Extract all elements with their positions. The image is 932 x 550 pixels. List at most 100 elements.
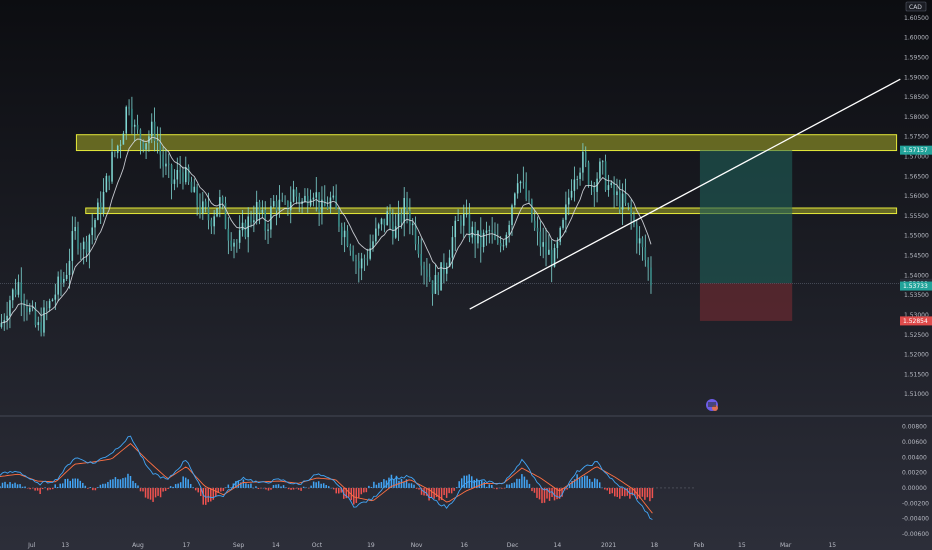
candle-body [636, 224, 638, 244]
chart-canvas[interactable]: 1.510001.515001.520001.525001.530001.535… [0, 0, 932, 550]
macd-histogram-bar [297, 487, 300, 490]
macd-histogram-bar [508, 484, 511, 488]
macd-histogram-bar [322, 483, 325, 488]
candle-body [91, 227, 93, 236]
macd-histogram-bar [327, 486, 330, 488]
candle-body [267, 229, 269, 231]
candle-body [167, 163, 170, 165]
position-target-zone[interactable] [699, 150, 793, 284]
candle-body [431, 280, 434, 294]
macd-histogram-bar [132, 480, 134, 488]
candle-body [63, 278, 65, 283]
macd-histogram-bar [523, 476, 526, 488]
candle-body [156, 140, 159, 143]
position-stop-zone[interactable] [699, 283, 793, 321]
candle-body [630, 204, 632, 217]
candle-body [46, 307, 48, 309]
macd-histogram-bar [363, 487, 365, 493]
macd-histogram-bar [4, 481, 6, 488]
macd-histogram-bar [305, 487, 307, 489]
macd-histogram-bar [317, 481, 320, 488]
candle-body [409, 210, 411, 226]
macd-histogram-bar [511, 483, 513, 488]
macd-histogram-bar [591, 481, 593, 488]
candle-body [74, 226, 76, 232]
macd-histogram-bar [285, 487, 287, 488]
macd-histogram-bar [598, 482, 601, 488]
macd-histogram-bar [649, 487, 651, 502]
macd-histogram-bar [194, 487, 197, 491]
candle-body [278, 199, 281, 211]
macd-histogram-bar [365, 487, 368, 493]
macd-histogram-bar [64, 479, 66, 488]
macd-histogram-bar [257, 487, 260, 489]
candle-body [261, 209, 264, 213]
macd-histogram-bar [112, 479, 114, 488]
candle-body [255, 201, 258, 221]
candle-body [71, 231, 74, 261]
price-axis-tick-label: 1.52500 [904, 332, 929, 339]
macd-histogram-bar [134, 483, 137, 488]
macd-histogram-bar [159, 487, 162, 498]
candle-body [309, 199, 312, 206]
macd-histogram-bar [608, 487, 611, 494]
macd-histogram-bar [619, 487, 621, 499]
candle-body [60, 276, 62, 283]
macd-histogram-bar [179, 482, 182, 488]
macd-histogram-bar [375, 484, 378, 488]
candle-body [193, 186, 196, 193]
macd-histogram-bar [172, 486, 174, 488]
time-axis-tick-label: Feb [694, 542, 705, 549]
price-axis-tick-label: 1.58000 [904, 114, 929, 121]
candle-body [380, 218, 383, 225]
candle-body [54, 294, 57, 300]
candle-body [272, 201, 275, 207]
macd-histogram-bar [488, 484, 491, 488]
time-axis-tick-label: Sep [233, 542, 245, 549]
candle-body [236, 242, 238, 244]
macd-histogram-bar [498, 487, 501, 489]
candle-body [497, 239, 499, 244]
macd-histogram-bar [107, 481, 109, 488]
candle-body [454, 220, 457, 238]
macd-histogram-bar [177, 483, 179, 488]
macd-histogram-bar [320, 483, 322, 488]
macd-histogram-bar [430, 487, 433, 498]
candle-body [85, 241, 88, 253]
macd-histogram-bar [119, 479, 122, 488]
macd-histogram-bar [252, 487, 255, 489]
macd-histogram-bar [54, 484, 56, 488]
macd-axis-tick-label: 0.00200 [902, 470, 927, 477]
macd-histogram-bar [139, 487, 142, 492]
macd-histogram-bar [142, 487, 144, 492]
candle-body [604, 161, 607, 191]
macd-histogram-bar [528, 483, 531, 488]
price-axis-tick-label: 1.51500 [904, 371, 929, 378]
macd-histogram-bar [11, 483, 14, 488]
macd-histogram-bar [566, 487, 568, 490]
macd-histogram-bar [588, 478, 591, 488]
macd-histogram-bar [6, 484, 9, 488]
candle-body [624, 193, 627, 204]
candle-body [494, 231, 496, 240]
macd-histogram-bar [207, 487, 210, 503]
candle-body [14, 289, 17, 295]
macd-histogram-bar [378, 482, 380, 488]
candle-body [150, 121, 153, 137]
candle-body [281, 199, 284, 201]
resistance-zone-1[interactable] [75, 134, 898, 152]
candle-body [514, 193, 516, 206]
candle-body [582, 151, 584, 173]
candle-body [114, 152, 116, 153]
candle-body [386, 211, 388, 226]
macd-histogram-bar [621, 487, 624, 496]
macd-histogram-bar [473, 479, 475, 488]
price-axis-tick-label: 1.53500 [904, 292, 929, 299]
candle-body [128, 106, 130, 109]
macd-histogram-bar [247, 484, 250, 488]
candle-body [210, 220, 213, 227]
macd-histogram-bar [611, 487, 614, 494]
macd-histogram-bar [290, 487, 292, 490]
user-badge-icon[interactable] [706, 399, 718, 411]
macd-histogram-bar [39, 487, 41, 495]
